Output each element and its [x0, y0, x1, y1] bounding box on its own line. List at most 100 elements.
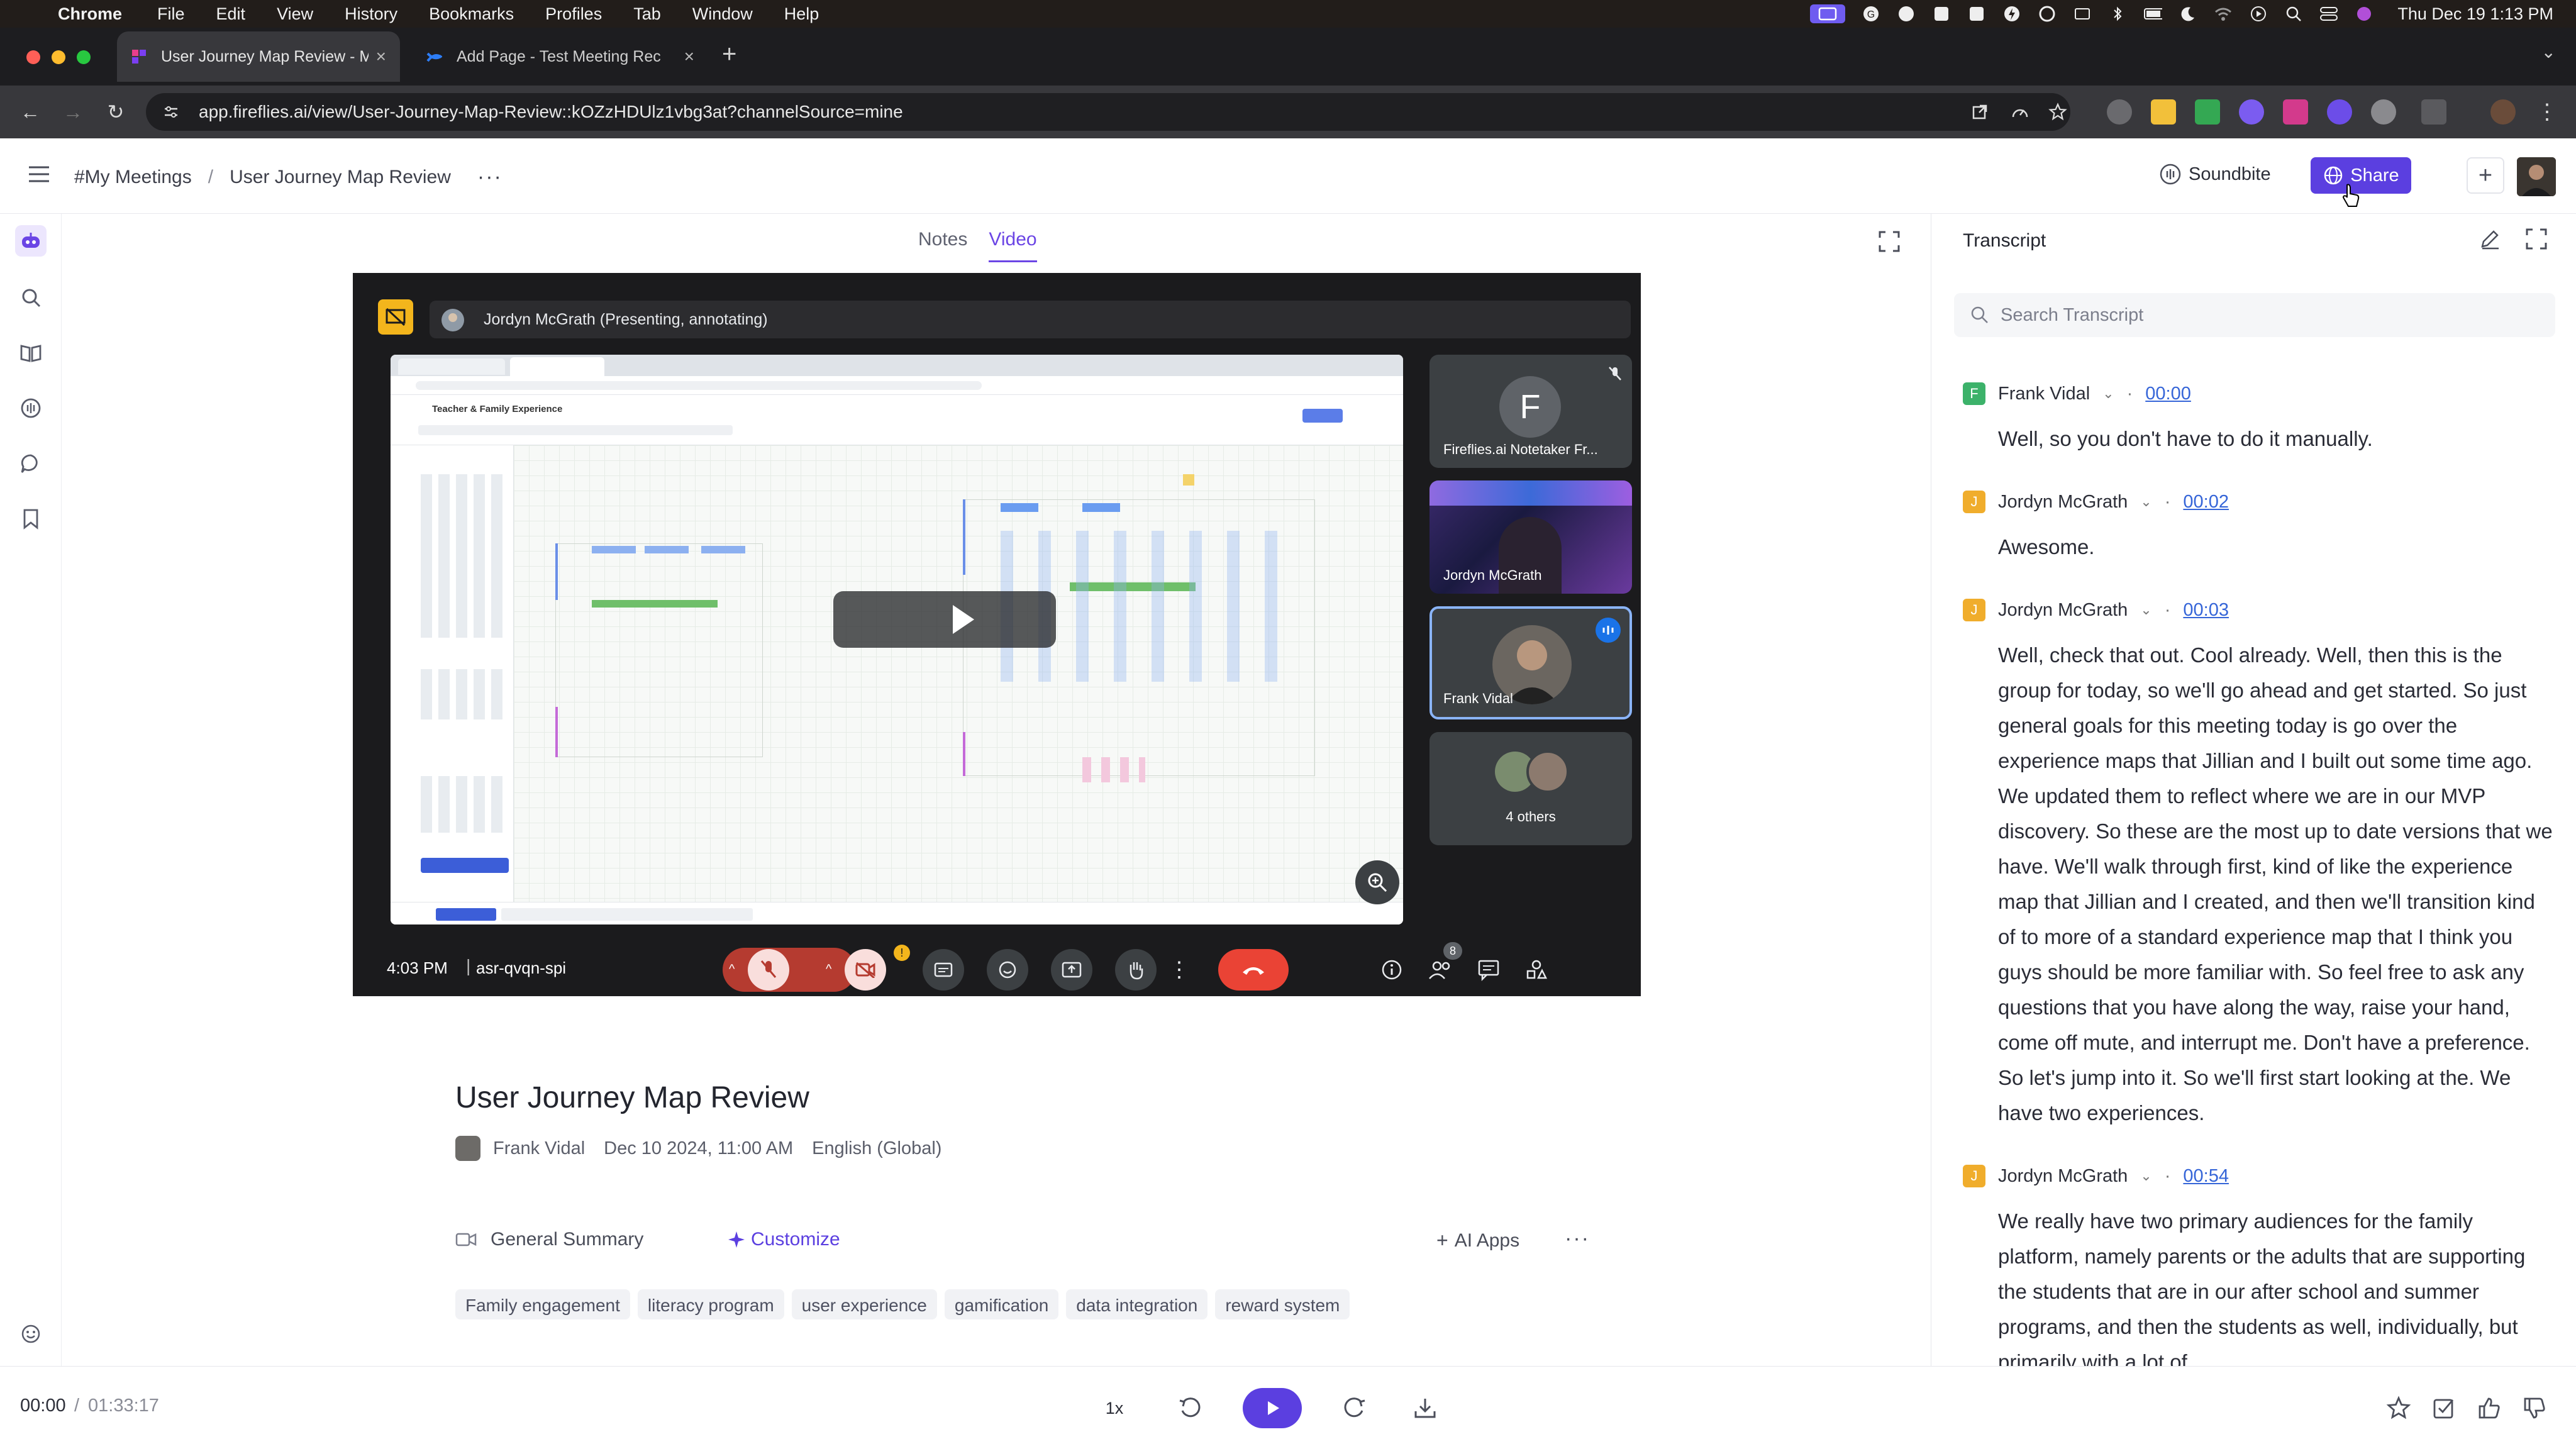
topic-chip[interactable]: Family engagement: [455, 1289, 630, 1319]
raise-hand-button[interactable]: [1115, 949, 1157, 991]
drive-icon[interactable]: [1967, 4, 1986, 23]
participant-tile-others[interactable]: 4 others: [1430, 732, 1632, 845]
menu-tab[interactable]: Tab: [633, 4, 661, 24]
participant-tile-notetaker[interactable]: F Fireflies.ai Notetaker Fr...: [1430, 355, 1632, 468]
emoji-button[interactable]: [987, 949, 1028, 991]
vpn-icon[interactable]: [2038, 4, 2057, 23]
edit-pencil-icon[interactable]: [2479, 228, 2501, 250]
book-icon[interactable]: [15, 337, 47, 369]
ai-apps-button[interactable]: + AI Apps: [1436, 1229, 1519, 1252]
rewind-icon[interactable]: [1174, 1392, 1206, 1424]
speaker-name[interactable]: Jordyn McGrath: [1998, 600, 2128, 621]
control-center-icon[interactable]: [2319, 4, 2338, 23]
breadcrumb-my-meetings[interactable]: #My Meetings: [74, 167, 192, 188]
speaker-chevron-icon[interactable]: ⌄: [2140, 602, 2151, 618]
performance-icon[interactable]: [2009, 101, 2031, 123]
extension-bolt-icon[interactable]: [2151, 99, 2176, 125]
thumbs-down-icon[interactable]: [2518, 1392, 2551, 1424]
spotlight-search-icon[interactable]: [2284, 4, 2303, 23]
thumbs-up-icon[interactable]: [2473, 1392, 2506, 1424]
mic-control[interactable]: [723, 948, 856, 992]
new-tab-button[interactable]: +: [722, 40, 736, 69]
star-icon[interactable]: [2382, 1392, 2415, 1424]
speaker-name[interactable]: Jordyn McGrath: [1998, 492, 2128, 513]
menu-profiles[interactable]: Profiles: [545, 4, 602, 24]
shared-play-overlay[interactable]: [833, 591, 1056, 648]
presentation-off-icon[interactable]: [378, 299, 413, 335]
tab-video[interactable]: Video: [989, 229, 1037, 262]
site-info-icon[interactable]: [160, 101, 182, 123]
menu-window[interactable]: Window: [692, 4, 753, 24]
bolt-icon[interactable]: [2002, 4, 2021, 23]
speaker-name[interactable]: Jordyn McGrath: [1998, 1166, 2128, 1187]
chat-icon[interactable]: [1477, 958, 1500, 981]
hamburger-menu-icon[interactable]: [28, 165, 50, 184]
window-zoom-button[interactable]: [77, 50, 91, 64]
tab-user-journey[interactable]: User Journey Map Review - M ×: [117, 31, 400, 82]
grammarly-extension-icon[interactable]: [2371, 99, 2396, 125]
add-button[interactable]: +: [2467, 157, 2504, 194]
topic-chip[interactable]: gamification: [944, 1289, 1059, 1319]
window-minimize-button[interactable]: [52, 50, 65, 64]
camera-off-button[interactable]: [845, 949, 886, 991]
speaker-chevron-icon[interactable]: ⌄: [2140, 1168, 2151, 1184]
extension-4-icon[interactable]: [2239, 99, 2264, 125]
present-screen-button[interactable]: [1051, 949, 1092, 991]
menu-view[interactable]: View: [277, 4, 313, 24]
participant-tile-jordyn[interactable]: Jordyn McGrath: [1430, 480, 1632, 594]
grammarly-icon[interactable]: G: [1862, 4, 1880, 23]
forward-button[interactable]: →: [60, 99, 86, 125]
download-icon[interactable]: [1409, 1392, 1441, 1424]
audio-wave-icon[interactable]: [15, 392, 47, 424]
host-name[interactable]: Frank Vidal: [493, 1138, 585, 1159]
back-button[interactable]: ←: [18, 99, 43, 125]
search-ext-icon[interactable]: [1897, 4, 1916, 23]
window-close-button[interactable]: [26, 50, 40, 64]
search-extension-icon[interactable]: [2327, 99, 2352, 125]
fireflies-extension-icon[interactable]: [2283, 99, 2308, 125]
menu-history[interactable]: History: [345, 4, 397, 24]
siri-icon[interactable]: [2355, 4, 2373, 23]
tab-close-icon[interactable]: ×: [376, 47, 386, 67]
search-icon[interactable]: [15, 282, 47, 313]
captions-button[interactable]: [923, 949, 964, 991]
focus-moon-icon[interactable]: [2179, 4, 2197, 23]
zoom-in-icon[interactable]: [1355, 860, 1399, 904]
menu-edit[interactable]: Edit: [216, 4, 246, 24]
speaker-chevron-icon[interactable]: ⌄: [2102, 386, 2114, 402]
chrome-menu-icon[interactable]: ⋮: [2534, 99, 2560, 125]
timestamp-link[interactable]: 00:02: [2183, 492, 2229, 513]
topic-chip[interactable]: user experience: [791, 1289, 937, 1319]
open-in-app-icon[interactable]: [1968, 101, 1991, 123]
timestamp-link[interactable]: 00:54: [2183, 1166, 2229, 1187]
display-icon[interactable]: [2073, 4, 2092, 23]
more-options-icon[interactable]: ···: [477, 165, 502, 189]
tab-close-icon[interactable]: ×: [684, 47, 694, 67]
menu-clock[interactable]: Thu Dec 19 1:13 PM: [2397, 4, 2553, 24]
wifi-icon[interactable]: [2214, 4, 2233, 23]
bookmark-icon[interactable]: [15, 503, 47, 535]
playback-speed-button[interactable]: 1x: [1098, 1392, 1131, 1424]
bluetooth-icon[interactable]: [2108, 4, 2127, 23]
timestamp-link[interactable]: 00:03: [2183, 600, 2229, 621]
participant-tile-frank[interactable]: Frank Vidal: [1430, 606, 1632, 719]
chat-bubble-icon[interactable]: [15, 448, 47, 479]
expand-transcript-icon[interactable]: [2525, 228, 2548, 250]
address-bar[interactable]: app.fireflies.ai/view/User-Journey-Map-R…: [146, 93, 2070, 131]
screen-share-icon[interactable]: [1810, 4, 1846, 23]
end-call-button[interactable]: [1218, 949, 1289, 991]
camera-options-chevron-icon[interactable]: ^: [826, 962, 831, 977]
general-summary-dropdown[interactable]: General Summary: [455, 1229, 643, 1250]
topic-chip[interactable]: reward system: [1215, 1289, 1350, 1319]
menu-file[interactable]: File: [157, 4, 185, 24]
task-check-icon[interactable]: [2428, 1392, 2460, 1424]
summary-more-icon[interactable]: ···: [1565, 1226, 1590, 1251]
drive-extension-icon[interactable]: [2195, 99, 2220, 125]
speaker-name[interactable]: Frank Vidal: [1998, 384, 2090, 404]
extensions-puzzle-icon[interactable]: [2421, 99, 2446, 125]
breadcrumb-current[interactable]: User Journey Map Review: [230, 167, 451, 188]
forward-icon[interactable]: [1338, 1392, 1371, 1424]
video-player[interactable]: Jordyn McGrath (Presenting, annotating) …: [353, 273, 1641, 996]
extension-1-icon[interactable]: [2107, 99, 2132, 125]
activities-icon[interactable]: [1525, 958, 1548, 981]
